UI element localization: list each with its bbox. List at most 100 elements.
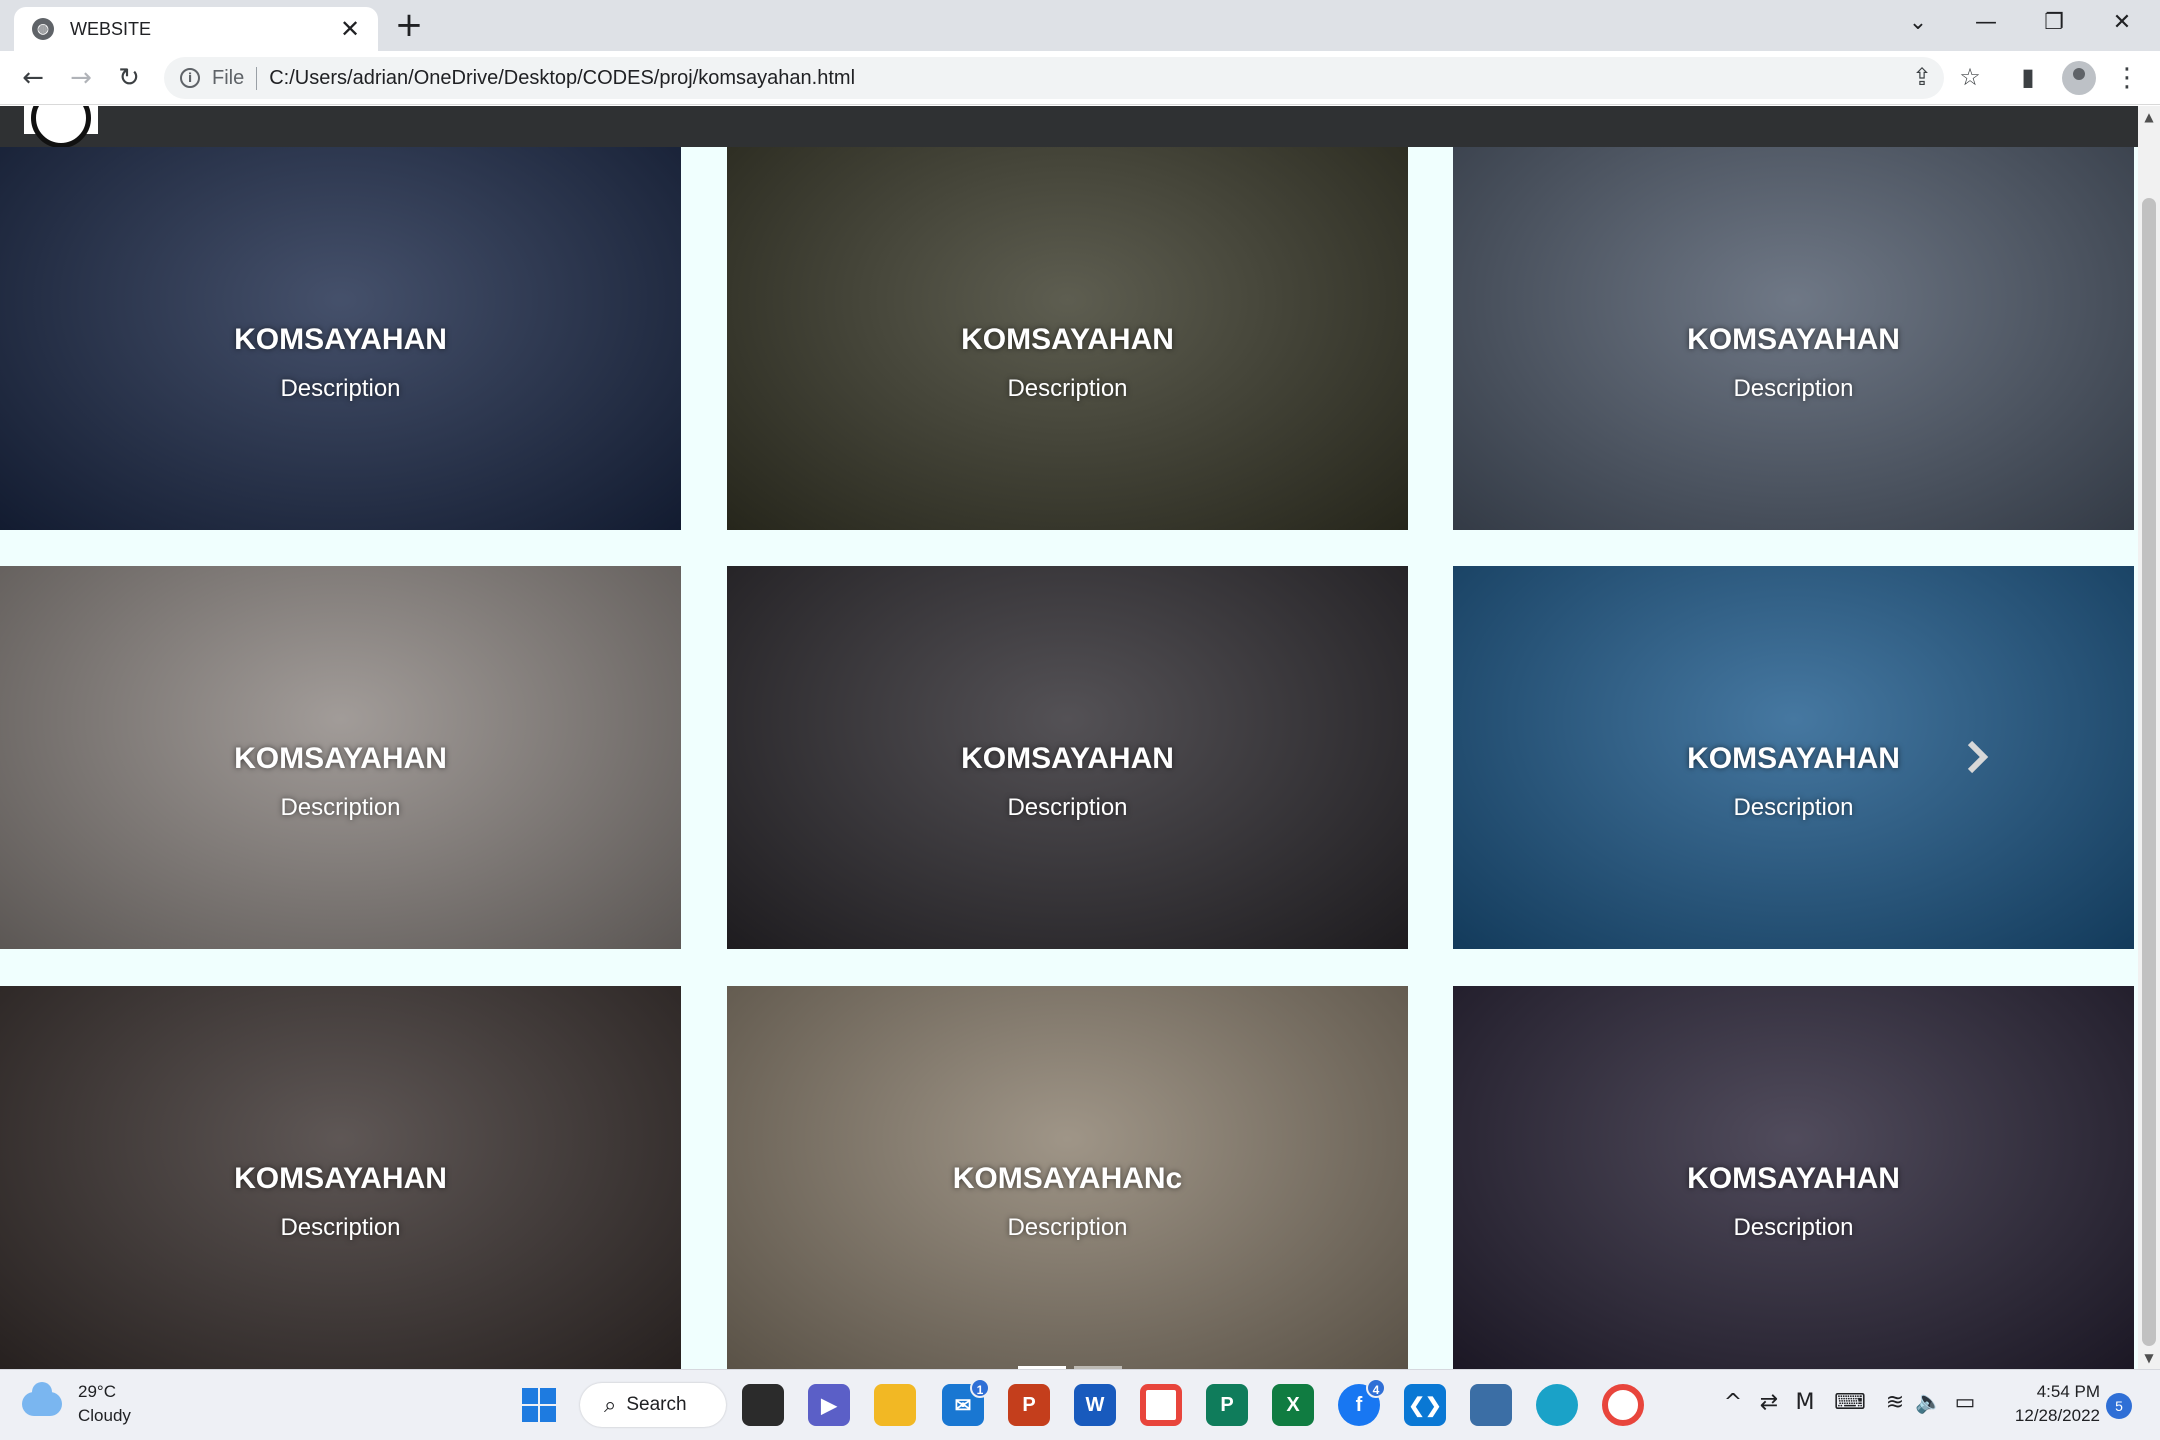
tab-title: WEBSITE: [70, 18, 152, 39]
page-viewport: KOMSAYAHAN Description KOMSAYAHAN Descri…: [0, 106, 2160, 1369]
close-window-button[interactable]: ✕: [2088, 0, 2156, 44]
weather-widget[interactable]: 29°C Cloudy: [22, 1380, 131, 1428]
card-title: KOMSAYAHAN: [961, 741, 1174, 775]
clock-time: 4:54 PM: [2036, 1382, 2100, 1401]
task-view-icon[interactable]: [742, 1384, 784, 1426]
excel-icon[interactable]: X: [1272, 1384, 1314, 1426]
tray-overflow-icon[interactable]: ^: [1718, 1390, 1748, 1415]
gallery-card[interactable]: KOMSAYAHAN Description: [0, 566, 681, 949]
project-icon[interactable]: P: [1206, 1384, 1248, 1426]
photo-gallery: KOMSAYAHAN Description KOMSAYAHAN Descri…: [0, 147, 2138, 1369]
profile-avatar[interactable]: [2062, 61, 2096, 95]
battery-icon[interactable]: ▭: [1950, 1390, 1980, 1415]
address-bar[interactable]: i File C:/Users/adrian/OneDrive/Desktop/…: [164, 57, 1944, 99]
gallery-card[interactable]: KOMSAYAHAN Description: [727, 147, 1408, 530]
gallery-card[interactable]: KOMSAYAHAN Description: [0, 147, 681, 530]
info-icon[interactable]: i: [180, 68, 200, 88]
card-caption: KOMSAYAHAN Description: [0, 147, 681, 530]
card-description: Description: [1007, 793, 1128, 821]
card-description: Description: [280, 793, 401, 821]
chrome-icon[interactable]: [1140, 1384, 1182, 1426]
clock-date: 12/28/2022: [2014, 1406, 2100, 1425]
card-caption: KOMSAYAHAN Description: [1453, 147, 2134, 530]
search-label: Search: [626, 1394, 687, 1415]
weather-temp: 29°C: [78, 1382, 116, 1401]
cloud-icon: [22, 1382, 62, 1416]
gallery-card[interactable]: KOMSAYAHAN Description: [1453, 147, 2134, 530]
card-description: Description: [280, 374, 401, 402]
browser-tab[interactable]: ◍ WEBSITE ✕: [14, 7, 378, 51]
powerpoint-icon[interactable]: P: [1008, 1384, 1050, 1426]
address-url[interactable]: C:/Users/adrian/OneDrive/Desktop/CODES/p…: [269, 67, 855, 90]
chrome-active-icon[interactable]: [1602, 1384, 1644, 1426]
keyboard-icon[interactable]: ⌨: [1834, 1390, 1866, 1415]
python-icon[interactable]: [1470, 1384, 1512, 1426]
card-caption: KOMSAYAHAN Description: [0, 566, 681, 949]
edge-icon[interactable]: [1536, 1384, 1578, 1426]
taskbar-search[interactable]: ⌕ Search: [580, 1383, 726, 1427]
windows-taskbar: 29°C Cloudy ⌕ Search ▶ ✉ 1 P W P X f4 ❮❯ …: [0, 1369, 2160, 1440]
wifi-icon[interactable]: ≋: [1880, 1390, 1910, 1415]
card-title: KOMSAYAHAN: [1687, 1161, 1900, 1195]
browser-toolbar: ← → ↻ i File C:/Users/adrian/OneDrive/De…: [0, 51, 2160, 105]
minimize-button[interactable]: —: [1952, 0, 2020, 44]
chat-icon[interactable]: ▶: [808, 1384, 850, 1426]
mail-icon[interactable]: ✉ 1: [942, 1378, 990, 1426]
card-caption: KOMSAYAHANc Description: [727, 986, 1408, 1369]
side-panel-icon[interactable]: ▮: [2008, 57, 2048, 97]
page-scrollbar[interactable]: ▲ ▼: [2138, 106, 2160, 1369]
logo-seal: [31, 106, 91, 148]
address-scheme: File: [212, 66, 258, 90]
start-icon[interactable]: [518, 1384, 560, 1426]
card-description: Description: [1007, 1213, 1128, 1241]
mail-badge: 1: [970, 1378, 990, 1398]
search-icon: ⌕: [604, 1392, 617, 1418]
card-title: KOMSAYAHAN: [234, 1161, 447, 1195]
card-description: Description: [1007, 374, 1128, 402]
close-icon[interactable]: ✕: [336, 15, 364, 43]
taskbar-clock[interactable]: 4:54 PM 12/28/2022: [1990, 1380, 2100, 1428]
card-description: Description: [1733, 1213, 1854, 1241]
browser-tab-strip: ◍ WEBSITE ✕ + ⌄ — ❐ ✕: [0, 0, 2160, 51]
card-description: Description: [280, 1213, 401, 1241]
gallery-card[interactable]: KOMSAYAHAN Description: [1453, 986, 2134, 1369]
restore-button[interactable]: ❐: [2020, 0, 2088, 44]
tray-app-icon[interactable]: ⇄: [1754, 1390, 1784, 1415]
card-caption: KOMSAYAHAN Description: [727, 566, 1408, 949]
card-caption: KOMSAYAHAN Description: [727, 147, 1408, 530]
bookmark-star-icon[interactable]: ☆: [1950, 57, 1990, 97]
reload-button[interactable]: ↻: [110, 59, 148, 97]
weather-desc: Cloudy: [78, 1406, 131, 1425]
share-icon[interactable]: ⇪: [1902, 57, 1942, 97]
scroll-thumb[interactable]: [2142, 198, 2156, 1346]
card-caption: KOMSAYAHAN Description: [0, 986, 681, 1369]
gallery-card[interactable]: KOMSAYAHANc Description: [727, 986, 1408, 1369]
card-title: KOMSAYAHAN: [234, 322, 447, 356]
gallery-card[interactable]: KOMSAYAHAN Description: [1453, 566, 2134, 949]
gallery-card[interactable]: KOMSAYAHAN Description: [0, 986, 681, 1369]
card-description: Description: [1733, 374, 1854, 402]
scroll-up-icon[interactable]: ▲: [2138, 106, 2160, 128]
carousel-next-icon[interactable]: [1962, 739, 1992, 775]
vscode-icon[interactable]: ❮❯: [1404, 1384, 1446, 1426]
volume-icon[interactable]: 🔈: [1914, 1390, 1944, 1415]
card-title: KOMSAYAHAN: [1687, 322, 1900, 356]
scroll-down-icon[interactable]: ▼: [2138, 1347, 2160, 1369]
card-title: KOMSAYAHAN: [1687, 741, 1900, 775]
card-title: KOMSAYAHAN: [234, 741, 447, 775]
globe-icon: ◍: [32, 18, 54, 40]
card-caption: KOMSAYAHAN Description: [1453, 986, 2134, 1369]
site-logo[interactable]: [24, 106, 98, 148]
back-button[interactable]: ←: [14, 59, 52, 97]
word-icon[interactable]: W: [1074, 1384, 1116, 1426]
new-tab-button[interactable]: +: [390, 6, 428, 44]
facebook-icon[interactable]: f4: [1338, 1378, 1386, 1426]
browser-menu-button[interactable]: ⋮: [2112, 59, 2142, 97]
gallery-card[interactable]: KOMSAYAHAN Description: [727, 566, 1408, 949]
tab-search-button[interactable]: ⌄: [1884, 0, 1952, 44]
card-title: KOMSAYAHAN: [961, 322, 1174, 356]
gmail-icon[interactable]: M: [1790, 1390, 1820, 1415]
file-explorer-icon[interactable]: [874, 1384, 916, 1426]
forward-button[interactable]: →: [62, 59, 100, 97]
notification-badge[interactable]: 5: [2106, 1393, 2132, 1419]
